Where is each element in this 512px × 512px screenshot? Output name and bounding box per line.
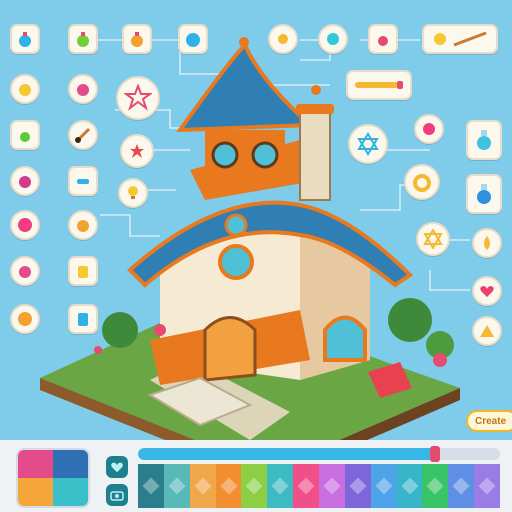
paintbrush-3-icon[interactable]	[346, 70, 412, 100]
palette-color-2[interactable]	[163, 464, 190, 508]
potion-pink-icon[interactable]	[68, 74, 98, 104]
flower-pot	[433, 353, 447, 367]
orb-pink-icon[interactable]	[10, 210, 40, 240]
potion-green-icon[interactable]	[68, 24, 98, 54]
tree	[388, 298, 432, 342]
roof-finial	[239, 37, 249, 47]
palette-color-6[interactable]	[267, 464, 294, 508]
palette-color-7[interactable]	[293, 464, 320, 508]
palette-color-13[interactable]	[448, 464, 475, 508]
potion-teal-icon[interactable]	[466, 120, 502, 160]
progress-bar[interactable]	[138, 448, 500, 460]
palette-color-3[interactable]	[189, 464, 216, 508]
front-door	[203, 316, 257, 382]
bulb-icon[interactable]	[118, 178, 148, 208]
palette-color-14[interactable]	[474, 464, 501, 508]
tower-window	[251, 141, 279, 169]
tower-window	[211, 141, 239, 169]
round-window	[218, 244, 254, 280]
palette-color-4[interactable]	[215, 464, 242, 508]
palette-color-12[interactable]	[422, 464, 449, 508]
orb-pink-2-icon[interactable]	[414, 114, 444, 144]
tower-roof	[176, 41, 315, 133]
potion-blue-2-icon[interactable]	[466, 174, 502, 214]
pencil-icon[interactable]	[422, 24, 498, 54]
ring-icon[interactable]	[404, 164, 440, 200]
potion-orange-2-icon[interactable]	[68, 210, 98, 240]
cup-icon[interactable]	[68, 304, 98, 334]
selected-color-swatch[interactable]	[16, 448, 90, 508]
palette-color-5[interactable]	[241, 464, 268, 508]
paintbrush-icon[interactable]	[68, 120, 98, 150]
create-button-label: Create	[475, 415, 507, 427]
potion-blue-icon[interactable]	[10, 24, 40, 54]
orb-blue-icon[interactable]	[178, 24, 208, 54]
potion-yellow-icon[interactable]	[10, 74, 40, 104]
orb-teal-icon[interactable]	[318, 24, 348, 54]
palette-color-1[interactable]	[138, 464, 164, 508]
heart-tool-icon[interactable]	[106, 456, 128, 478]
chimney-finial	[311, 85, 321, 95]
star-small-icon[interactable]	[120, 134, 154, 168]
jar-icon[interactable]	[68, 256, 98, 286]
potion-magenta-icon[interactable]	[10, 166, 40, 196]
palette-color-9[interactable]	[344, 464, 371, 508]
game-scene: Create	[0, 0, 512, 512]
palette-color-11[interactable]	[396, 464, 423, 508]
palette-color-8[interactable]	[319, 464, 345, 508]
potion-green-small-icon[interactable]	[10, 120, 40, 150]
drop-gold-icon[interactable]	[472, 228, 502, 258]
triangle-gold-icon[interactable]	[472, 316, 502, 346]
sun-icon[interactable]	[268, 24, 298, 54]
side-window	[323, 315, 367, 362]
potion-red-icon[interactable]	[368, 24, 398, 54]
palette-color-10[interactable]	[370, 464, 397, 508]
flower	[154, 324, 166, 336]
potion-pink-2-icon[interactable]	[10, 256, 40, 286]
star-of-david-icon[interactable]	[348, 124, 388, 164]
chimney	[299, 109, 331, 201]
flower	[94, 346, 102, 354]
flower-icon[interactable]	[116, 76, 160, 120]
tree	[102, 312, 138, 348]
progress-knob[interactable]	[429, 446, 440, 462]
eyedropper-icon[interactable]	[68, 166, 98, 196]
chimney-cap	[296, 104, 334, 114]
heart-icon[interactable]	[472, 276, 502, 306]
progress-fill	[138, 448, 435, 460]
hexagram-gold-icon[interactable]	[416, 222, 450, 256]
color-palette	[138, 464, 501, 508]
round-window-small	[224, 213, 248, 237]
potion-orange-icon[interactable]	[122, 24, 152, 54]
create-button[interactable]: Create	[466, 410, 512, 432]
camera-tool-icon[interactable]	[106, 484, 128, 506]
orb-orange-icon[interactable]	[10, 304, 40, 334]
